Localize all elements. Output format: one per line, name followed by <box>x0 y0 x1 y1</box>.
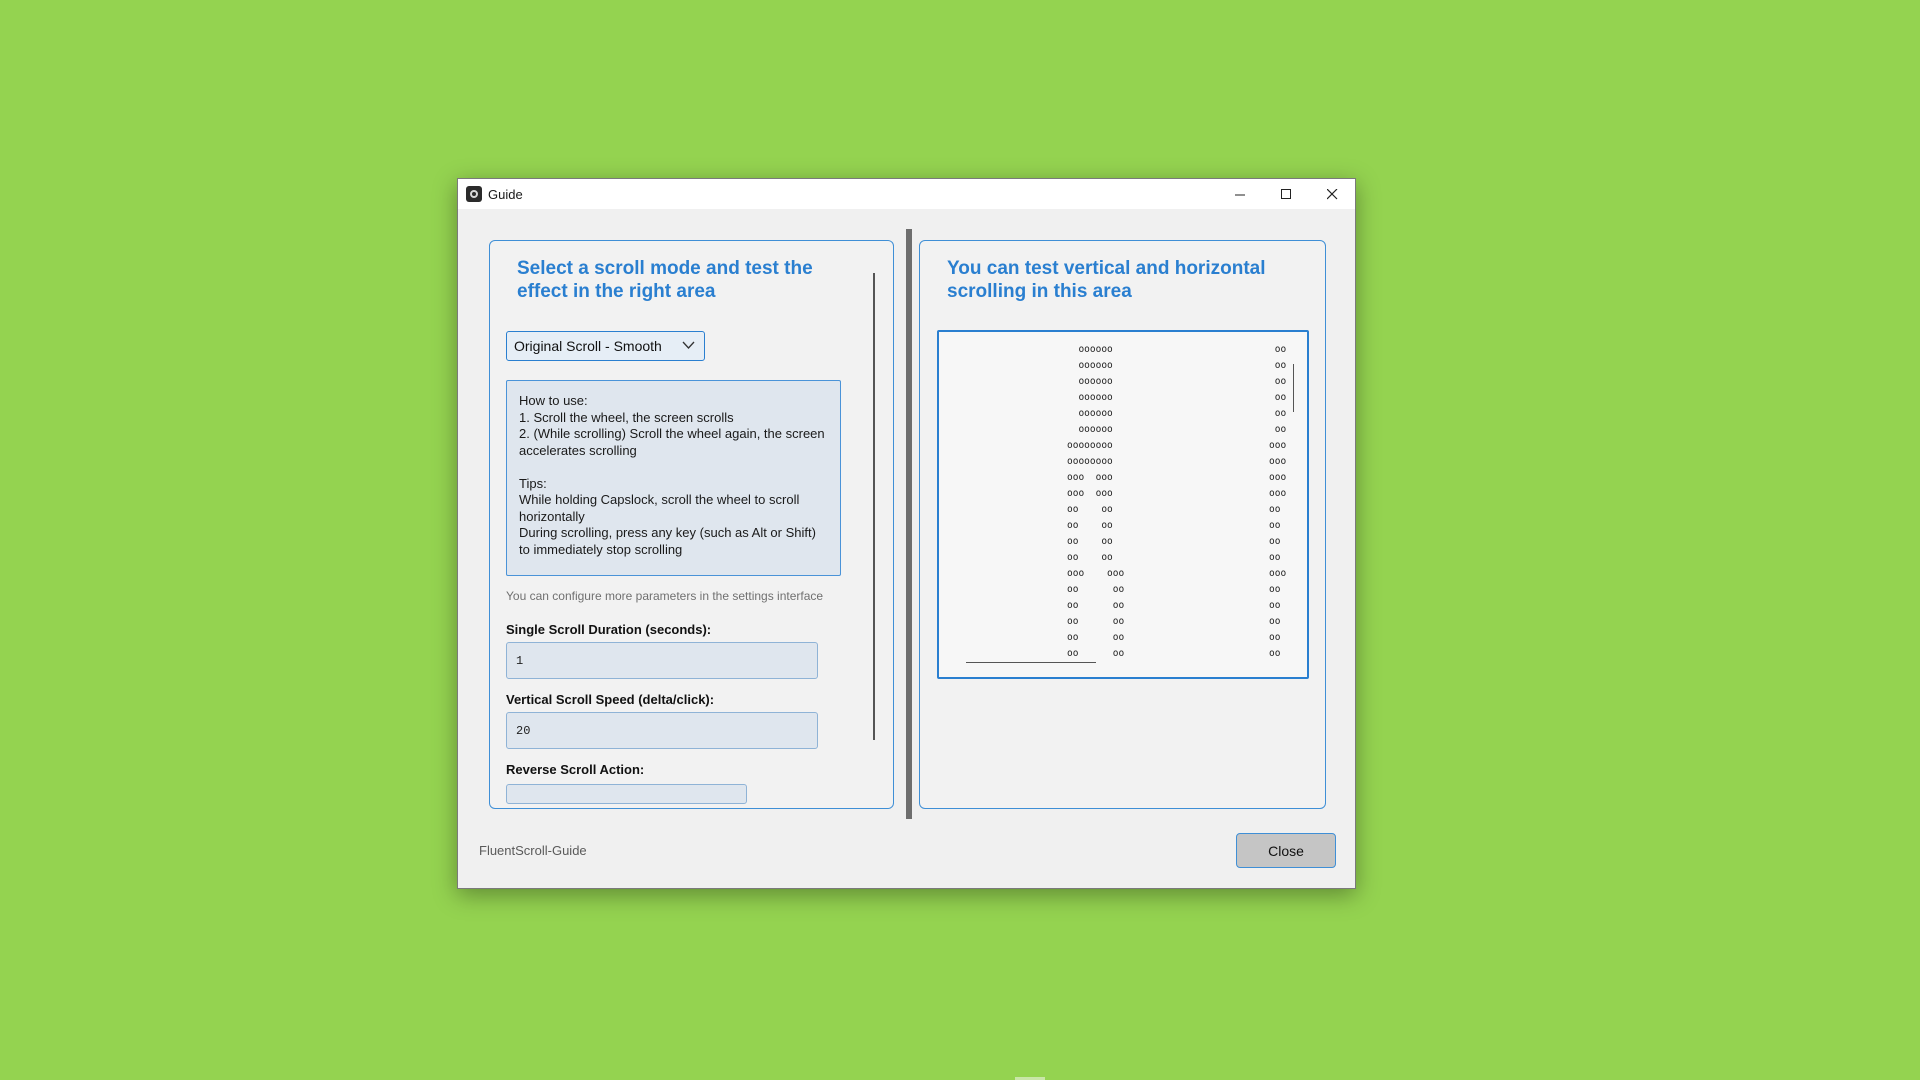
app-icon <box>466 186 482 202</box>
reverse-label: Reverse Scroll Action: <box>506 762 645 777</box>
left-heading: Select a scroll mode and test the effect… <box>517 258 813 302</box>
info-line: While holding Capslock, scroll the wheel… <box>519 492 800 524</box>
ascii-art-left: oooooo oooooo oooooo oooooo oooooo ooooo… <box>1067 344 1125 659</box>
settings-note: You can configure more parameters in the… <box>506 589 824 603</box>
info-line: 1. Scroll the wheel, the screen scrolls <box>519 409 734 425</box>
close-window-button[interactable] <box>1309 179 1355 209</box>
panel-splitter[interactable] <box>906 229 912 819</box>
close-button[interactable]: Close <box>1236 833 1336 868</box>
minimize-icon <box>1234 194 1245 195</box>
duration-label: Single Scroll Duration (seconds): <box>506 622 712 637</box>
guide-window: Guide Select a scroll mode and test the … <box>457 178 1356 889</box>
scroll-mode-panel[interactable]: Select a scroll mode and test the effect… <box>489 240 894 809</box>
close-icon <box>1326 188 1337 199</box>
speed-input[interactable]: 20 <box>506 712 818 749</box>
speed-value: 20 <box>516 723 531 738</box>
footer-label: FluentScroll-Guide <box>479 843 587 858</box>
scroll-mode-value: Original Scroll - Smooth <box>514 338 662 354</box>
ascii-art-right: oo oo oo oo oo oo ooo ooo ooo ooo oo oo … <box>1269 344 1287 659</box>
info-line: 2. (While scrolling) Scroll the wheel ag… <box>519 426 825 458</box>
right-heading: You can test vertical and horizontal scr… <box>947 258 1266 302</box>
info-line <box>519 459 828 476</box>
scroll-mode-dropdown[interactable]: Original Scroll - Smooth <box>506 331 705 361</box>
info-line: Tips: <box>519 475 547 491</box>
maximize-icon <box>1280 188 1291 199</box>
test-panel: You can test vertical and horizontal scr… <box>919 240 1326 809</box>
reverse-scroll-input[interactable] <box>506 784 747 804</box>
speed-label: Vertical Scroll Speed (delta/click): <box>506 692 715 707</box>
info-line: During scrolling, press any key (such as… <box>519 525 816 557</box>
window-title: Guide <box>488 186 523 202</box>
horizontal-scroll-indicator[interactable] <box>966 661 1096 663</box>
duration-value: 1 <box>516 653 524 668</box>
info-line: How to use: <box>519 393 588 408</box>
vertical-scrollbar[interactable] <box>873 273 875 740</box>
maximize-button[interactable] <box>1263 179 1309 209</box>
vertical-scroll-indicator[interactable] <box>1292 364 1294 412</box>
minimize-button[interactable] <box>1217 179 1263 209</box>
scroll-test-area[interactable]: oooooo oooooo oooooo oooooo oooooo ooooo… <box>937 330 1309 679</box>
chevron-down-icon <box>682 341 695 349</box>
title-bar[interactable]: Guide <box>458 179 1355 209</box>
duration-input[interactable]: 1 <box>506 642 818 679</box>
how-to-use-box: How to use: 1. Scroll the wheel, the scr… <box>506 380 841 576</box>
